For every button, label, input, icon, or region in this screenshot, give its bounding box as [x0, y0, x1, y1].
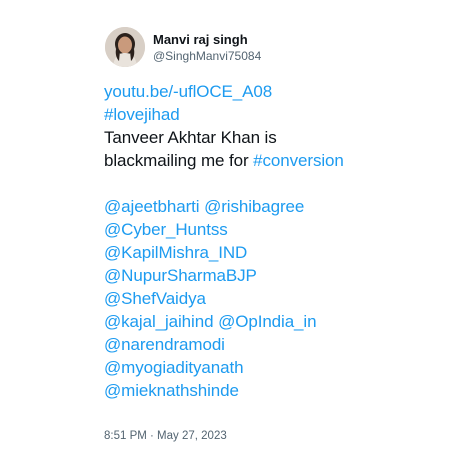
video-link[interactable]: youtu.be/-uflOCE_A08 — [104, 82, 272, 101]
tweet-card: Manvi raj singh @SinghManvi75084 youtu.b… — [0, 0, 474, 474]
mention-link[interactable]: @mieknathshinde — [104, 381, 239, 400]
hashtag-lovejihad[interactable]: #lovejihad — [104, 105, 180, 124]
mention-link[interactable]: @Cyber_Huntss — [104, 220, 228, 239]
mention-link[interactable]: @rishibagree — [204, 197, 304, 216]
profile-photo-icon — [105, 27, 145, 67]
mention-link[interactable]: @narendramodi — [104, 335, 225, 354]
mention-link[interactable]: @myogiadityanath — [104, 358, 244, 377]
mention-link[interactable]: @OpIndia_in — [218, 312, 316, 331]
author-names: Manvi raj singh @SinghManvi75084 — [153, 31, 261, 64]
user-handle[interactable]: @SinghManvi75084 — [153, 48, 261, 64]
mention-link[interactable]: @kajal_jaihind — [104, 312, 214, 331]
mention-link[interactable]: @KapilMishra_IND — [104, 243, 247, 262]
tweet-header: Manvi raj singh @SinghManvi75084 — [105, 24, 261, 70]
hashtag-conversion[interactable]: #conversion — [253, 151, 344, 170]
tweet-timestamp[interactable]: 8:51 PM · May 27, 2023 — [104, 428, 227, 444]
display-name[interactable]: Manvi raj singh — [153, 31, 261, 48]
tweet-text-line: Tanveer Akhtar Khan is — [104, 128, 277, 147]
avatar[interactable] — [105, 27, 145, 67]
mention-link[interactable]: @ajeetbharti — [104, 197, 200, 216]
tweet-text: youtu.be/-uflOCE_A08 #lovejihad Tanveer … — [104, 80, 444, 402]
mention-link[interactable]: @ShefVaidya — [104, 289, 206, 308]
mention-link[interactable]: @NupurSharmaBJP — [104, 266, 257, 285]
tweet-text-line: blackmailing me for — [104, 151, 254, 170]
